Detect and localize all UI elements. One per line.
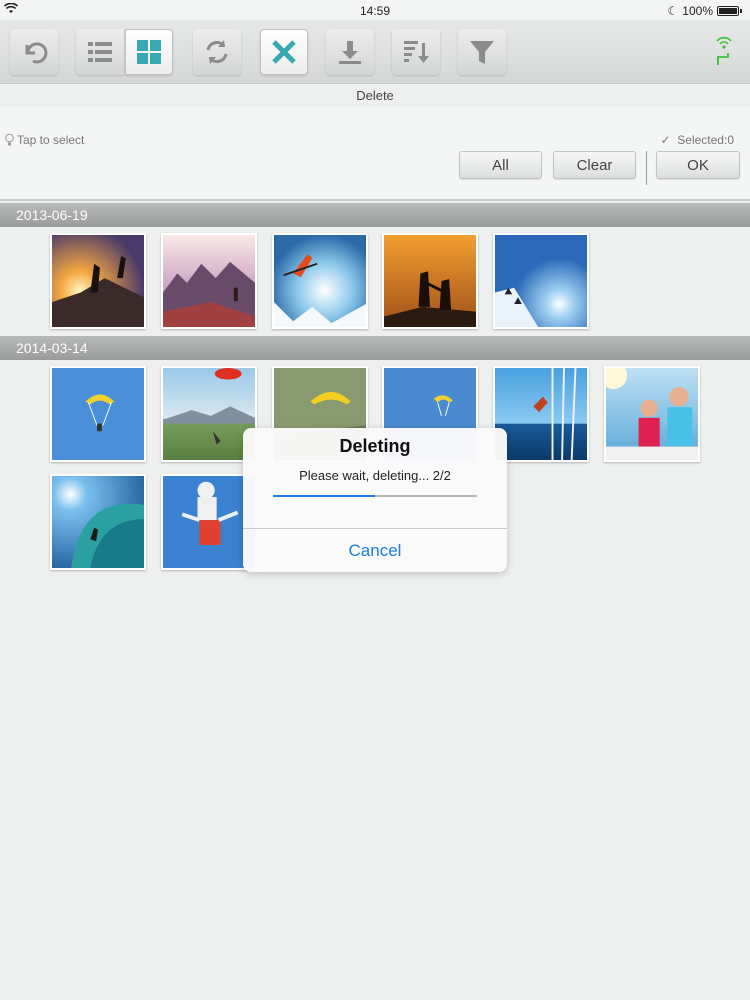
filter-icon — [470, 41, 494, 64]
check-icon: ✓ — [660, 133, 671, 147]
photo-thumbnail[interactable] — [50, 366, 146, 462]
photo-thumbnail[interactable] — [161, 233, 257, 329]
tap-hint-label: Tap to select — [17, 133, 85, 147]
status-time: 14:59 — [359, 4, 391, 18]
progress-fill — [273, 495, 375, 497]
photo-thumbnail[interactable] — [382, 233, 478, 329]
moon-icon: ☾ — [667, 4, 679, 18]
progress-bar — [273, 495, 477, 497]
photo-thumbnail[interactable] — [50, 233, 146, 329]
sort-button[interactable] — [392, 29, 440, 75]
select-all-button[interactable]: All — [459, 151, 542, 179]
dialog-title: Deleting — [339, 436, 411, 456]
selected-count-label: Selected:0 — [677, 133, 734, 147]
connection-status-icon — [714, 35, 734, 69]
sort-icon — [404, 41, 429, 63]
undo-icon — [25, 42, 48, 64]
status-bar: 14:59 ☾ 100% — [0, 0, 750, 20]
cancel-button[interactable]: Cancel — [243, 529, 507, 572]
grid-view-button[interactable] — [125, 29, 173, 75]
photo-thumbnail[interactable] — [493, 233, 589, 329]
date-header: 2014-03-14 — [0, 336, 750, 360]
divider — [646, 151, 647, 185]
filter-button[interactable] — [458, 29, 506, 75]
deleting-dialog: Deleting Please wait, deleting... 2/2 Ca… — [243, 428, 507, 572]
dialog-message: Please wait, deleting... 2/2 — [299, 468, 451, 483]
divider — [0, 199, 750, 201]
selection-bar: Tap to select ✓ Selected:0 All Clear OK — [0, 107, 750, 201]
list-icon — [88, 42, 112, 62]
close-icon — [272, 40, 296, 64]
clear-button[interactable]: Clear — [553, 151, 636, 179]
refresh-icon — [206, 40, 228, 64]
back-button[interactable] — [10, 29, 58, 75]
battery-percent: 100% — [682, 4, 713, 18]
photo-thumbnail[interactable] — [272, 233, 368, 329]
photo-thumbnail[interactable] — [604, 366, 700, 462]
battery-icon — [717, 6, 739, 16]
ok-button[interactable]: OK — [656, 151, 740, 179]
download-button[interactable] — [326, 29, 374, 75]
photo-thumbnail[interactable] — [50, 474, 146, 570]
lightbulb-icon — [5, 133, 14, 146]
grid-icon — [137, 40, 161, 64]
download-icon — [339, 41, 361, 64]
refresh-button[interactable] — [193, 29, 241, 75]
photo-thumbnail[interactable] — [493, 366, 589, 462]
delete-button[interactable] — [260, 29, 308, 75]
page-title: Delete — [356, 88, 394, 103]
toolbar — [0, 20, 750, 84]
date-header: 2013-06-19 — [0, 203, 750, 227]
list-view-button[interactable] — [76, 29, 124, 75]
